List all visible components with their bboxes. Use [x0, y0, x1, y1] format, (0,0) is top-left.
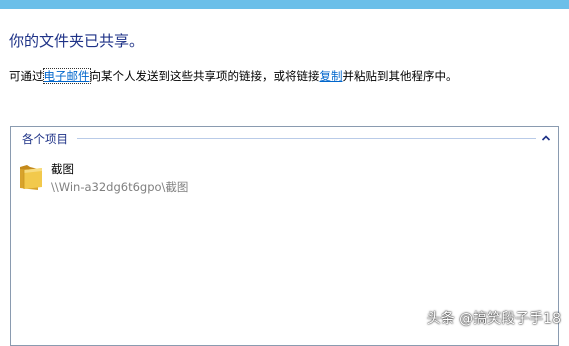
- group-header: 各个项目: [11, 127, 558, 149]
- chevron-up-icon[interactable]: [540, 130, 552, 144]
- description-suffix: 并粘贴到其他程序中。: [342, 69, 458, 83]
- description-prefix: 可通过: [9, 69, 44, 83]
- page-title: 你的文件夹已共享。: [9, 32, 145, 50]
- group-title: 各个项目: [22, 132, 68, 146]
- shared-folder-item[interactable]: 截图 \\Win-a32dg6t6gpo\截图: [16, 159, 226, 197]
- email-link[interactable]: 电子邮件: [42, 68, 91, 84]
- group-divider: [77, 138, 536, 139]
- watermark: 头条 @搞笑段子手18: [426, 311, 561, 327]
- item-name: 截图: [51, 162, 74, 176]
- description-middle: 向某个人发送到这些共享项的链接，或将链接: [89, 69, 320, 83]
- item-path: \\Win-a32dg6t6gpo\截图: [51, 180, 189, 194]
- share-description: 可通过电子邮件向某个人发送到这些共享项的链接，或将链接复制并粘贴到其他程序中。: [9, 68, 458, 84]
- copy-link[interactable]: 复制: [320, 69, 343, 83]
- window-top-bar: [0, 0, 569, 9]
- folder-icon: [18, 161, 44, 191]
